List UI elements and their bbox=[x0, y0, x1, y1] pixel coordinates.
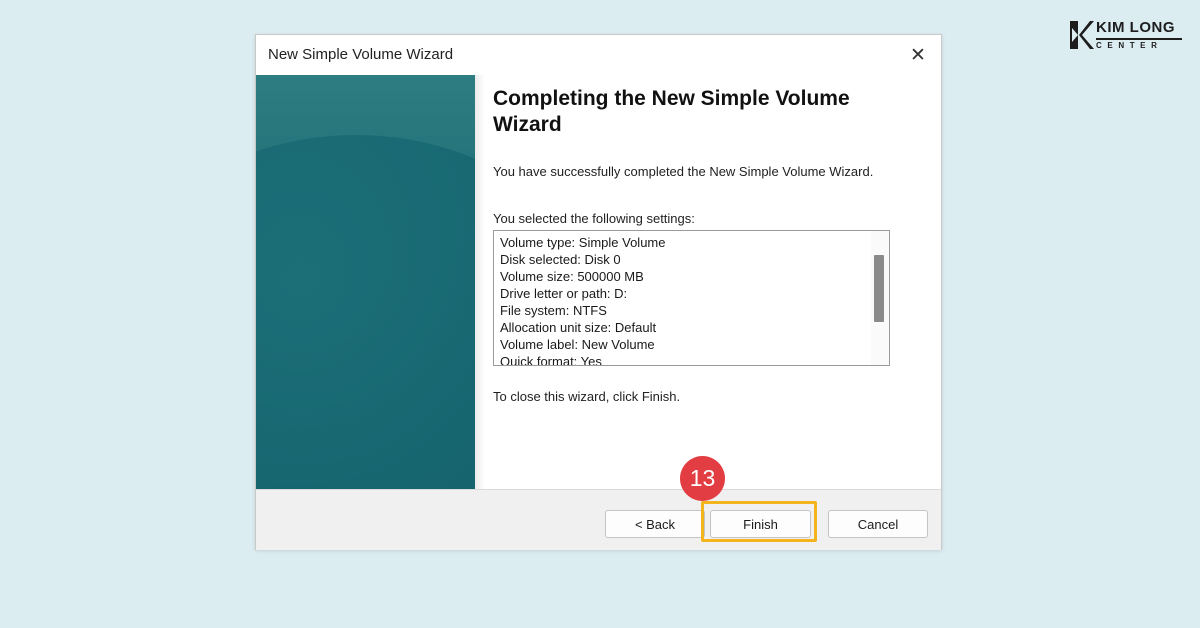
wizard-banner bbox=[256, 75, 475, 489]
settings-item-volume-size: Volume size: 500000 MB bbox=[500, 269, 644, 284]
settings-scrollbar[interactable] bbox=[871, 231, 889, 365]
settings-item-volume-label: Volume label: New Volume bbox=[500, 337, 655, 352]
closing-instruction: To close this wizard, click Finish. bbox=[493, 389, 681, 404]
brand-name: KIM LONG bbox=[1096, 19, 1175, 36]
settings-listbox[interactable]: Volume type: Simple Volume Disk selected… bbox=[493, 230, 890, 366]
title-bar: New Simple Volume Wizard ✕ bbox=[256, 35, 941, 75]
settings-item-file-system: File system: NTFS bbox=[500, 303, 607, 318]
brand-logo: KIM LONG CENTER bbox=[1068, 18, 1184, 52]
close-button[interactable]: ✕ bbox=[895, 35, 941, 75]
settings-item-disk: Disk selected: Disk 0 bbox=[500, 252, 621, 267]
settings-item-allocation-unit: Allocation unit size: Default bbox=[500, 320, 657, 335]
window-title: New Simple Volume Wizard bbox=[268, 46, 454, 63]
button-bar: < Back Finish Cancel bbox=[256, 489, 941, 550]
settings-item-volume-type: Volume type: Simple Volume bbox=[500, 235, 666, 250]
step-number-badge: 13 bbox=[680, 456, 725, 501]
settings-item-quick-format: Quick format: Yes bbox=[500, 354, 602, 366]
settings-label: You selected the following settings: bbox=[493, 211, 695, 226]
settings-list: Volume type: Simple Volume Disk selected… bbox=[494, 231, 889, 366]
brand-subtitle: CENTER bbox=[1096, 41, 1163, 50]
finish-highlight-frame bbox=[701, 501, 817, 542]
page-title: Completing the New Simple Volume Wizard bbox=[493, 87, 850, 136]
wizard-window: New Simple Volume Wizard ✕ Completing th… bbox=[255, 34, 942, 550]
brand-divider bbox=[1096, 38, 1182, 40]
back-button[interactable]: < Back bbox=[605, 510, 705, 538]
completion-message: You have successfully completed the New … bbox=[493, 164, 874, 179]
cancel-button[interactable]: Cancel bbox=[828, 510, 928, 538]
banner-decoration bbox=[256, 135, 475, 489]
close-icon: ✕ bbox=[910, 44, 926, 66]
scrollbar-thumb[interactable] bbox=[874, 255, 884, 322]
banner-edge bbox=[475, 75, 485, 489]
settings-item-drive-letter: Drive letter or path: D: bbox=[500, 286, 628, 301]
kim-long-logo-icon bbox=[1070, 21, 1094, 49]
